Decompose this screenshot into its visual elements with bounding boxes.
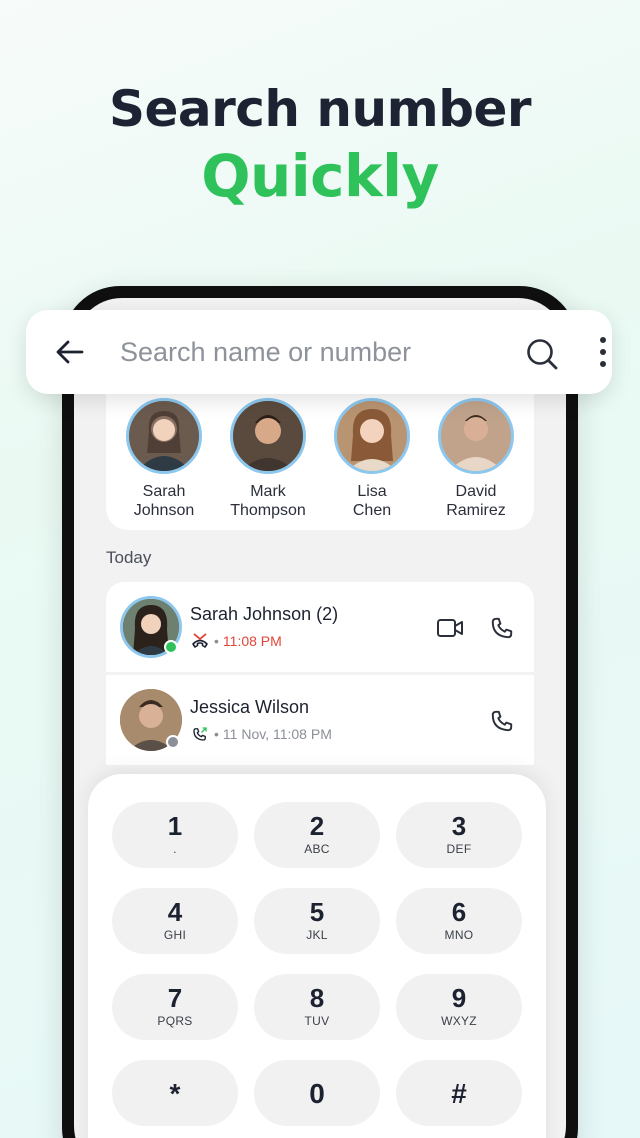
favorite-last-name: Chen: [352, 502, 392, 519]
missed-call-icon: [192, 633, 208, 648]
favorite-first-name: Mark: [250, 483, 286, 500]
avatar: [126, 398, 202, 474]
phone-icon: [491, 710, 513, 732]
favorite-last-name: Thompson: [230, 502, 306, 519]
call-time: 11 Nov, 11:08 PM: [222, 726, 332, 742]
dialpad-key-8[interactable]: 8 TUV: [254, 974, 380, 1040]
key-digit: 0: [309, 1078, 325, 1109]
person-icon: [137, 411, 191, 471]
section-title: Today: [106, 548, 152, 567]
key-digit: 4: [167, 897, 183, 927]
dialpad-key-hash[interactable]: #: [396, 1060, 522, 1126]
headline-line2: Quickly: [201, 142, 439, 210]
dialpad-key-6[interactable]: 6 MNO: [396, 888, 522, 954]
key-digit: 9: [451, 983, 467, 1013]
dialpad-key-9[interactable]: 9 WXYZ: [396, 974, 522, 1040]
favorite-last-name: Johnson: [133, 502, 195, 519]
call-log-row[interactable]: Jessica Wilson • 11 Nov, 11:08 PM: [106, 675, 534, 765]
outgoing-call-icon: [193, 727, 207, 741]
dialpad-key-0[interactable]: 0: [254, 1060, 380, 1126]
key-digit: 7: [167, 983, 183, 1013]
favorite-first-name: Sarah: [142, 483, 186, 500]
search-button[interactable]: [524, 336, 560, 372]
favorite-contact[interactable]: Sarah Johnson: [112, 398, 216, 520]
key-digit: 2: [309, 811, 325, 841]
key-digit: 6: [451, 897, 467, 927]
key-digit: 1: [167, 811, 183, 841]
key-letters: PQRS: [157, 1014, 193, 1028]
avatar: [230, 398, 306, 474]
dialpad-key-7[interactable]: 7 PQRS: [112, 974, 238, 1040]
person-icon: [347, 409, 397, 471]
video-camera-icon: [437, 619, 463, 637]
offline-status-dot: [166, 735, 180, 749]
online-status-dot: [164, 640, 178, 654]
contact-name: Sarah Johnson (2): [190, 604, 339, 624]
dialpad: 1. 2 ABC 3 DEF 4 GHI 5 JKL 6 MNO 7 PQRS 8 TUV 9…: [88, 774, 546, 1138]
dialpad-key-4[interactable]: 4 GHI: [112, 888, 238, 954]
back-button[interactable]: [54, 336, 86, 368]
more-options-button[interactable]: [588, 334, 618, 370]
key-letters: JKL: [306, 928, 328, 942]
person-icon: [241, 415, 295, 471]
key-letters: MNO: [444, 928, 474, 942]
favorite-contact[interactable]: Lisa Chen: [320, 398, 424, 520]
key-digit: 8: [309, 983, 325, 1013]
avatar: [334, 398, 410, 474]
dialpad-key-1[interactable]: 1.: [112, 802, 238, 868]
person-icon: [449, 415, 503, 471]
avatar: [438, 398, 514, 474]
headline: Search number Quickly: [0, 80, 640, 210]
headline-line1: Search number: [108, 80, 532, 138]
dialpad-key-star[interactable]: *: [112, 1060, 238, 1126]
search-icon: [527, 339, 558, 370]
dialpad-key-5[interactable]: 5 JKL: [254, 888, 380, 954]
key-letters: TUV: [304, 1014, 330, 1028]
search-input[interactable]: [120, 332, 480, 372]
call-time: 11:08 PM: [222, 633, 282, 649]
call-details: • 11 Nov, 11:08 PM: [190, 725, 332, 743]
dialpad-key-3[interactable]: 3 DEF: [396, 802, 522, 868]
key-letters: DEF: [446, 842, 472, 856]
favorite-first-name: Lisa: [357, 483, 387, 500]
key-letters: ABC: [304, 842, 330, 856]
more-vertical-icon: [600, 337, 606, 367]
key-letters: WXYZ: [441, 1014, 477, 1028]
key-letters: GHI: [163, 928, 187, 942]
favorite-first-name: David: [455, 483, 497, 500]
key-digit: *: [169, 1078, 181, 1109]
key-letters: .: [173, 842, 177, 856]
voice-call-button[interactable]: [488, 614, 516, 642]
video-call-button[interactable]: [436, 614, 464, 642]
favorite-last-name: Ramirez: [446, 502, 506, 519]
call-details: • 11:08 PM: [190, 632, 282, 650]
phone-icon: [491, 617, 513, 639]
contact-name: Jessica Wilson: [190, 697, 310, 717]
key-digit: 5: [309, 897, 325, 927]
voice-call-button[interactable]: [488, 707, 516, 735]
dialpad-key-2[interactable]: 2 ABC: [254, 802, 380, 868]
favorite-contact[interactable]: Mark Thompson: [216, 398, 320, 520]
search-bar: [26, 310, 612, 394]
key-digit: #: [451, 1078, 467, 1109]
call-log-row[interactable]: Sarah Johnson (2) • 11:08 PM: [106, 582, 534, 672]
arrow-left-icon: [56, 340, 84, 364]
key-digit: 3: [451, 811, 467, 841]
favorite-contact[interactable]: David Ramirez: [424, 398, 528, 520]
